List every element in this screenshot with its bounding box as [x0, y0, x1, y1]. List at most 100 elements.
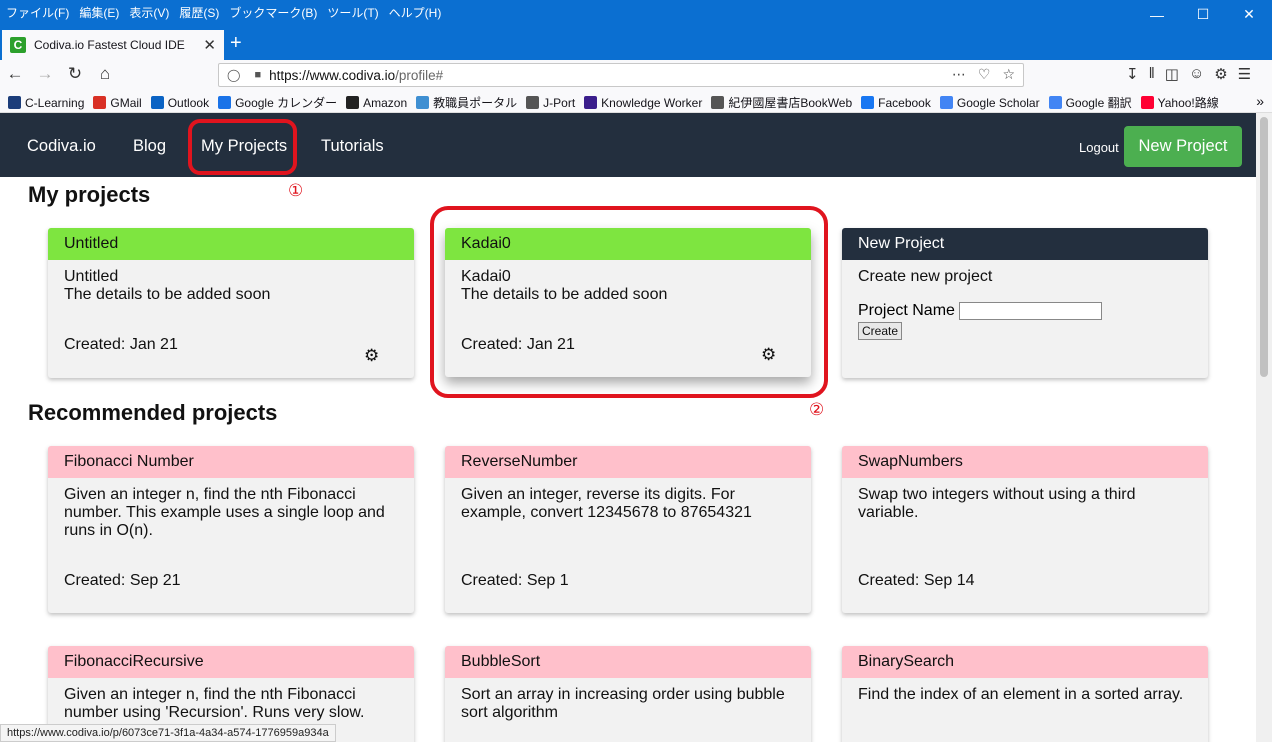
- card-details: The details to be added soon: [64, 286, 271, 303]
- browser-toolbar: ← → ↻ ⌂ ◯ ■ https://www.codiva.io/profil…: [0, 60, 1272, 90]
- gmail-icon: [93, 96, 107, 109]
- new-tab-icon[interactable]: +: [230, 32, 242, 55]
- downloads-icon[interactable]: ↧: [1126, 65, 1139, 83]
- menu-edit[interactable]: 編集(E): [79, 4, 119, 21]
- bookmark-item[interactable]: Google 翻訳: [1048, 94, 1132, 111]
- my-projects-heading: My projects: [28, 182, 151, 207]
- calendar-icon: [218, 96, 232, 109]
- card-name: Untitled: [64, 268, 119, 285]
- bookmark-label: GMail: [110, 95, 142, 110]
- card-description: Given an integer n, find the nth Fibonac…: [64, 686, 365, 721]
- bookmark-item[interactable]: Facebook: [861, 94, 931, 111]
- page-scrollbar[interactable]: [1256, 113, 1272, 742]
- home-icon[interactable]: ⌂: [94, 64, 116, 84]
- card-title: Untitled: [48, 228, 414, 260]
- recommended-card[interactable]: ReverseNumber Given an integer, reverse …: [445, 446, 811, 613]
- bookmark-item[interactable]: Google カレンダー: [218, 94, 337, 111]
- bookmark-item[interactable]: Yahoo!路線: [1140, 94, 1219, 111]
- globe-icon: [526, 96, 540, 109]
- pocket-icon[interactable]: ♡: [978, 66, 991, 83]
- portal-icon: [416, 96, 430, 109]
- back-icon[interactable]: ←: [4, 64, 26, 84]
- bookmark-item[interactable]: C-Learning: [8, 94, 84, 111]
- reload-icon[interactable]: ↻: [64, 64, 86, 84]
- menu-bookmarks[interactable]: ブックマーク(B): [229, 4, 317, 21]
- lock-icon[interactable]: ■: [254, 69, 261, 81]
- tracking-shield-icon[interactable]: ◯: [227, 68, 240, 82]
- card-created: Created: Sep 14: [858, 572, 975, 589]
- nav-blog[interactable]: Blog: [133, 137, 166, 156]
- browser-tab[interactable]: C Codiva.io Fastest Cloud IDE ✕: [2, 30, 224, 60]
- card-title: FibonacciRecursive: [48, 646, 414, 678]
- card-title: BubbleSort: [445, 646, 811, 678]
- bookmark-label: Google 翻訳: [1065, 96, 1132, 110]
- bookmark-item[interactable]: GMail: [93, 94, 142, 111]
- amazon-icon: [346, 96, 360, 109]
- bookmark-label: 教職員ポータル: [433, 96, 518, 110]
- logout-link[interactable]: Logout: [1079, 140, 1119, 155]
- card-title: SwapNumbers: [842, 446, 1208, 478]
- sidebar-icon[interactable]: ◫: [1165, 65, 1179, 83]
- facebook-icon: [861, 96, 875, 109]
- bookmark-item[interactable]: Outlook: [150, 94, 210, 111]
- library-icon[interactable]: ‖: [1149, 65, 1155, 83]
- brand-link[interactable]: Codiva.io: [27, 137, 96, 156]
- menu-help[interactable]: ヘルプ(H): [389, 4, 442, 21]
- bookmark-label: Outlook: [167, 95, 210, 110]
- url-text: https://www.codiva.io/profile#: [269, 67, 444, 83]
- card-description: Swap two integers without using a third …: [858, 486, 1136, 521]
- translate-icon: [1048, 96, 1062, 109]
- project-name-row: Project Name: [858, 302, 1208, 320]
- bookmark-item[interactable]: Amazon: [346, 94, 407, 111]
- nav-tutorials[interactable]: Tutorials: [321, 137, 384, 156]
- window-menubar: ファイル(F) 編集(E) 表示(V) 履歴(S) ブックマーク(B) ツール(…: [0, 0, 1272, 29]
- maximize-icon[interactable]: ☐: [1180, 0, 1226, 29]
- recommended-card[interactable]: BinarySearch Find the index of an elemen…: [842, 646, 1208, 742]
- forward-icon[interactable]: →: [34, 64, 56, 84]
- recommended-card[interactable]: BubbleSort Sort an array in increasing o…: [445, 646, 811, 742]
- bookmark-item[interactable]: Knowledge Worker: [584, 94, 702, 111]
- menu-history[interactable]: 履歴(S): [179, 4, 219, 21]
- scholar-icon: [939, 96, 953, 109]
- recommended-heading: Recommended projects: [28, 400, 278, 425]
- globe-icon: [711, 96, 725, 109]
- project-name-input[interactable]: [958, 302, 1102, 320]
- tab-close-icon[interactable]: ✕: [203, 36, 216, 54]
- menu-view[interactable]: 表示(V): [129, 4, 169, 21]
- minimize-icon[interactable]: —: [1134, 0, 1180, 29]
- recommended-card[interactable]: SwapNumbers Swap two integers without us…: [842, 446, 1208, 613]
- menu-file[interactable]: ファイル(F): [6, 4, 69, 21]
- bookmark-label: Knowledge Worker: [601, 95, 703, 110]
- card-created: Created: Sep 21: [64, 572, 181, 589]
- recommended-card[interactable]: Fibonacci Number Given an integer n, fin…: [48, 446, 414, 613]
- bookmark-item[interactable]: Google Scholar: [939, 94, 1040, 111]
- new-project-button[interactable]: New Project: [1124, 126, 1242, 167]
- card-title: Fibonacci Number: [48, 446, 414, 478]
- bookmark-label: C-Learning: [25, 95, 85, 110]
- hamburger-menu-icon[interactable]: ☰: [1238, 65, 1251, 83]
- gear-icon[interactable]: ⚙: [364, 346, 379, 366]
- bookmark-item[interactable]: J-Port: [526, 94, 575, 111]
- link-status-bar: https://www.codiva.io/p/6073ce71-3f1a-4a…: [0, 724, 336, 742]
- page-actions-icon[interactable]: ⋯: [952, 66, 966, 83]
- scrollbar-thumb[interactable]: [1260, 117, 1268, 377]
- create-button[interactable]: Create: [858, 322, 903, 340]
- close-window-icon[interactable]: ✕: [1226, 0, 1272, 29]
- settings-icon[interactable]: ⚙: [1214, 65, 1227, 83]
- new-project-card: New Project Create new project Project N…: [842, 228, 1208, 378]
- card-description: Sort an array in increasing order using …: [461, 686, 785, 721]
- card-created: Created: Sep 1: [461, 572, 569, 589]
- highlight-kadai0: [430, 206, 828, 398]
- menu-tools[interactable]: ツール(T): [327, 4, 378, 21]
- bookmark-star-icon[interactable]: ☆: [1002, 66, 1015, 83]
- bookmark-item[interactable]: 紀伊國屋書店BookWeb: [711, 94, 852, 111]
- card-created: Created: Jan 21: [64, 336, 178, 353]
- bookmark-item[interactable]: 教職員ポータル: [416, 94, 517, 111]
- c-learning-icon: [8, 96, 21, 109]
- address-bar[interactable]: ◯ ■ https://www.codiva.io/profile# ⋯ ♡ ☆: [218, 63, 1024, 87]
- outlook-icon: [150, 96, 164, 109]
- bookmarks-overflow-icon[interactable]: »: [1256, 93, 1264, 109]
- project-card-untitled[interactable]: Untitled Untitled The details to be adde…: [48, 228, 414, 378]
- page-viewport: Codiva.io Blog My Projects Tutorials Log…: [0, 113, 1256, 742]
- account-icon[interactable]: ☺: [1189, 65, 1204, 83]
